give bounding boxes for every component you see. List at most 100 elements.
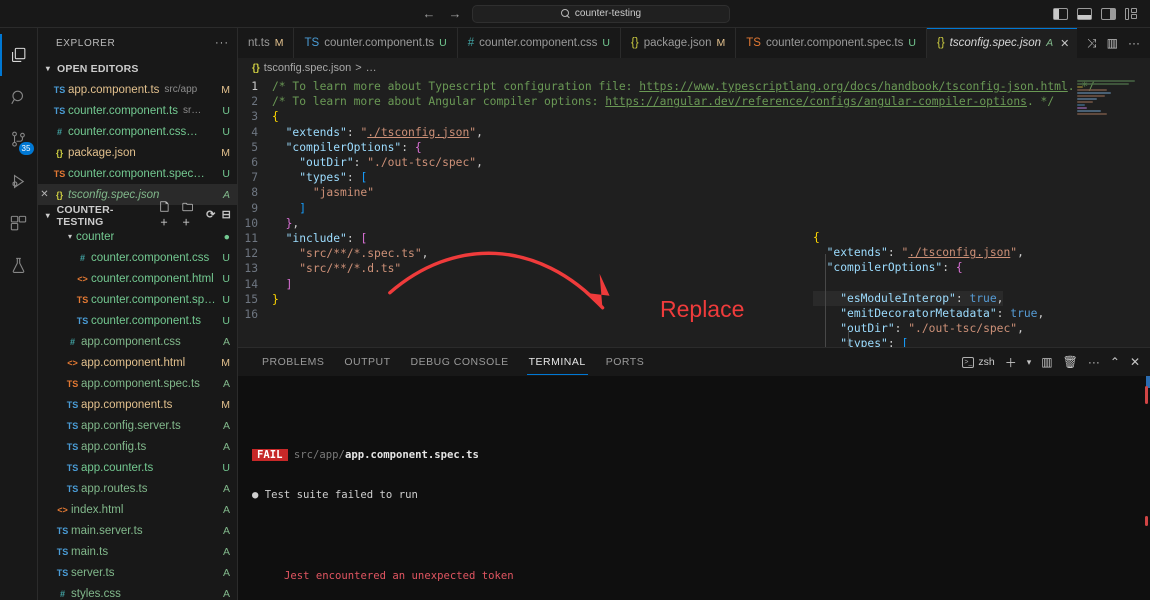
fail-path-file: app.component.spec.ts [345,449,479,461]
file-type-icon: TS [64,421,81,431]
search-icon [9,88,28,107]
code-line: 6 "outDir": "./out-tsc/spec", [238,155,1150,170]
split-terminal-icon[interactable]: ▥ [1041,355,1052,369]
chevron-down-icon: ▾ [42,64,54,73]
activity-item-explorer[interactable] [0,34,38,76]
editor-tab[interactable]: TScounter.component.spec.tsU [736,28,927,58]
maximize-panel-icon[interactable]: ⌃ [1110,355,1120,369]
panel-tab-terminal[interactable]: TERMINAL [519,348,596,376]
file-row[interactable]: #app.component.cssA [38,331,237,352]
file-name: app.counter.ts [81,462,153,474]
file-type-icon: TS [54,547,71,557]
file-type-icon: <> [64,358,81,368]
collapse-all-icon[interactable]: ⊟ [222,210,231,221]
file-row[interactable]: TSserver.tsA [38,562,237,583]
file-type-icon: # [64,337,81,347]
toggle-primary-sidebar-icon[interactable] [1053,8,1068,20]
editor-tab[interactable]: {}tsconfig.spec.jsonA✕ [927,28,1077,58]
editor-tab[interactable]: {}package.jsonM [621,28,736,58]
customize-layout-icon[interactable] [1125,8,1140,20]
explorer-more-actions-icon[interactable]: ··· [215,37,229,49]
toggle-panel-icon[interactable] [1077,8,1092,20]
open-editor-item[interactable]: TSapp.component.tssrc/appM [38,79,237,100]
terminal-dropdown-icon[interactable]: ▾ [1027,357,1032,368]
panel-tab-debug-console[interactable]: DEBUG CONSOLE [401,348,519,376]
file-type-icon: TS [64,463,81,473]
panel-tabs[interactable]: PROBLEMSOUTPUTDEBUG CONSOLETERMINALPORTS [252,348,654,376]
workspace-file-list[interactable]: ▾counter●#counter.component.cssU<>counte… [38,226,237,600]
new-file-icon[interactable]: 🗋＋ [160,203,176,227]
git-status: A [217,378,230,390]
editor-tabs[interactable]: nt.tsMTScounter.component.tsU#counter.co… [238,28,1077,58]
open-editor-item[interactable]: {}package.jsonM [38,142,237,163]
file-row[interactable]: TSapp.config.server.tsA [38,415,237,436]
file-row[interactable]: #counter.component.cssU [38,247,237,268]
activity-item-source-control[interactable]: 35 [0,118,38,160]
kill-terminal-icon[interactable]: 🗑 [1063,355,1078,369]
close-editor-icon[interactable]: ✕ [38,189,51,200]
file-row[interactable]: TSapp.routes.tsA [38,478,237,499]
breadcrumb-tail[interactable]: … [366,62,377,74]
file-row[interactable]: TSmain.server.tsA [38,520,237,541]
open-editor-item[interactable]: TScounter.component.tssr…U [38,100,237,121]
annotation-label: Replace [660,296,744,323]
file-row[interactable]: <>app.component.htmlM [38,352,237,373]
panel-tab-ports[interactable]: PORTS [596,348,654,376]
panel-more-actions-icon[interactable]: ··· [1088,355,1100,369]
close-tab-icon[interactable]: ✕ [1060,37,1069,50]
source-control-badge: 35 [19,142,34,155]
editor-tab[interactable]: #counter.component.cssU [458,28,621,58]
workbench-body: 35 EXPLORER ··· [0,28,1150,600]
section-workspace-folder[interactable]: ▾ COUNTER-TESTING 🗋＋ 🗀＋ ⟳ ⊟ [38,205,237,226]
section-open-editors[interactable]: ▾ OPEN EDITORS [38,58,237,79]
git-status: A [217,567,230,579]
open-editor-name: app.component.ts [68,84,159,96]
open-editor-item[interactable]: #counter.component.css…U [38,121,237,142]
file-row[interactable]: TScounter.component.spec.tsU [38,289,237,310]
editor-tab[interactable]: TScounter.component.tsU [294,28,457,58]
file-row[interactable]: TSmain.tsA [38,541,237,562]
activity-item-extensions[interactable] [0,202,38,244]
navigate-forward-button[interactable]: → [446,6,464,21]
code-line: 3{ [238,109,1150,124]
open-changes-icon[interactable]: ⤨ [1087,36,1097,51]
folder-row[interactable]: ▾counter● [38,226,237,247]
file-row[interactable]: TSapp.config.tsA [38,436,237,457]
command-center[interactable]: counter-testing [472,5,730,23]
code-editor[interactable]: 1/* To learn more about Typescript confi… [238,78,1150,347]
open-editor-item[interactable]: ✕{}tsconfig.spec.jsonA [38,184,237,205]
file-row[interactable]: TScounter.component.tsU [38,310,237,331]
git-status: M [215,147,230,159]
panel-tab-output[interactable]: OUTPUT [334,348,400,376]
new-terminal-icon[interactable]: ＋ [1005,354,1017,371]
panel-tab-problems[interactable]: PROBLEMS [252,348,334,376]
close-panel-icon[interactable]: ✕ [1130,355,1140,369]
file-row[interactable]: #styles.cssA [38,583,237,600]
file-row[interactable]: TSapp.component.tsM [38,394,237,415]
file-type-icon: {} [937,37,945,49]
file-row[interactable]: <>counter.component.htmlU [38,268,237,289]
terminal-error-heading: Jest encountered an unexpected token [252,570,1142,583]
editor-more-actions-icon[interactable]: ··· [1128,36,1140,50]
file-row[interactable]: <>index.htmlA [38,499,237,520]
minimap[interactable] [1077,80,1139,124]
new-folder-icon[interactable]: 🗀＋ [182,203,200,227]
breadcrumb[interactable]: {} tsconfig.spec.json > … [238,58,1150,78]
terminal-output[interactable]: FAIL src/app/app.component.spec.ts ● Tes… [238,376,1150,600]
file-row[interactable]: TSapp.counter.tsU [38,457,237,478]
activity-item-testing[interactable] [0,244,38,286]
breadcrumb-file[interactable]: tsconfig.spec.json [264,62,351,74]
navigate-back-button[interactable]: ← [420,6,438,21]
terminal-shell-chip[interactable]: >_ zsh [962,356,994,368]
toggle-secondary-sidebar-icon[interactable] [1101,8,1116,20]
open-editor-item[interactable]: TScounter.component.spec…U [38,163,237,184]
file-row[interactable]: TSapp.component.spec.tsA [38,373,237,394]
terminal-suite-line: ● Test suite failed to run [252,489,1142,502]
split-editor-right-icon[interactable]: ▥ [1107,36,1118,50]
explorer-sidebar: EXPLORER ··· ▾ OPEN EDITORS TSapp.compon… [38,28,238,600]
activity-item-run-and-debug[interactable] [0,160,38,202]
activity-item-search[interactable] [0,76,38,118]
code-line: 1/* To learn more about Typescript confi… [238,79,1150,94]
editor-tab[interactable]: nt.tsM [238,28,294,58]
refresh-icon[interactable]: ⟳ [206,210,215,221]
